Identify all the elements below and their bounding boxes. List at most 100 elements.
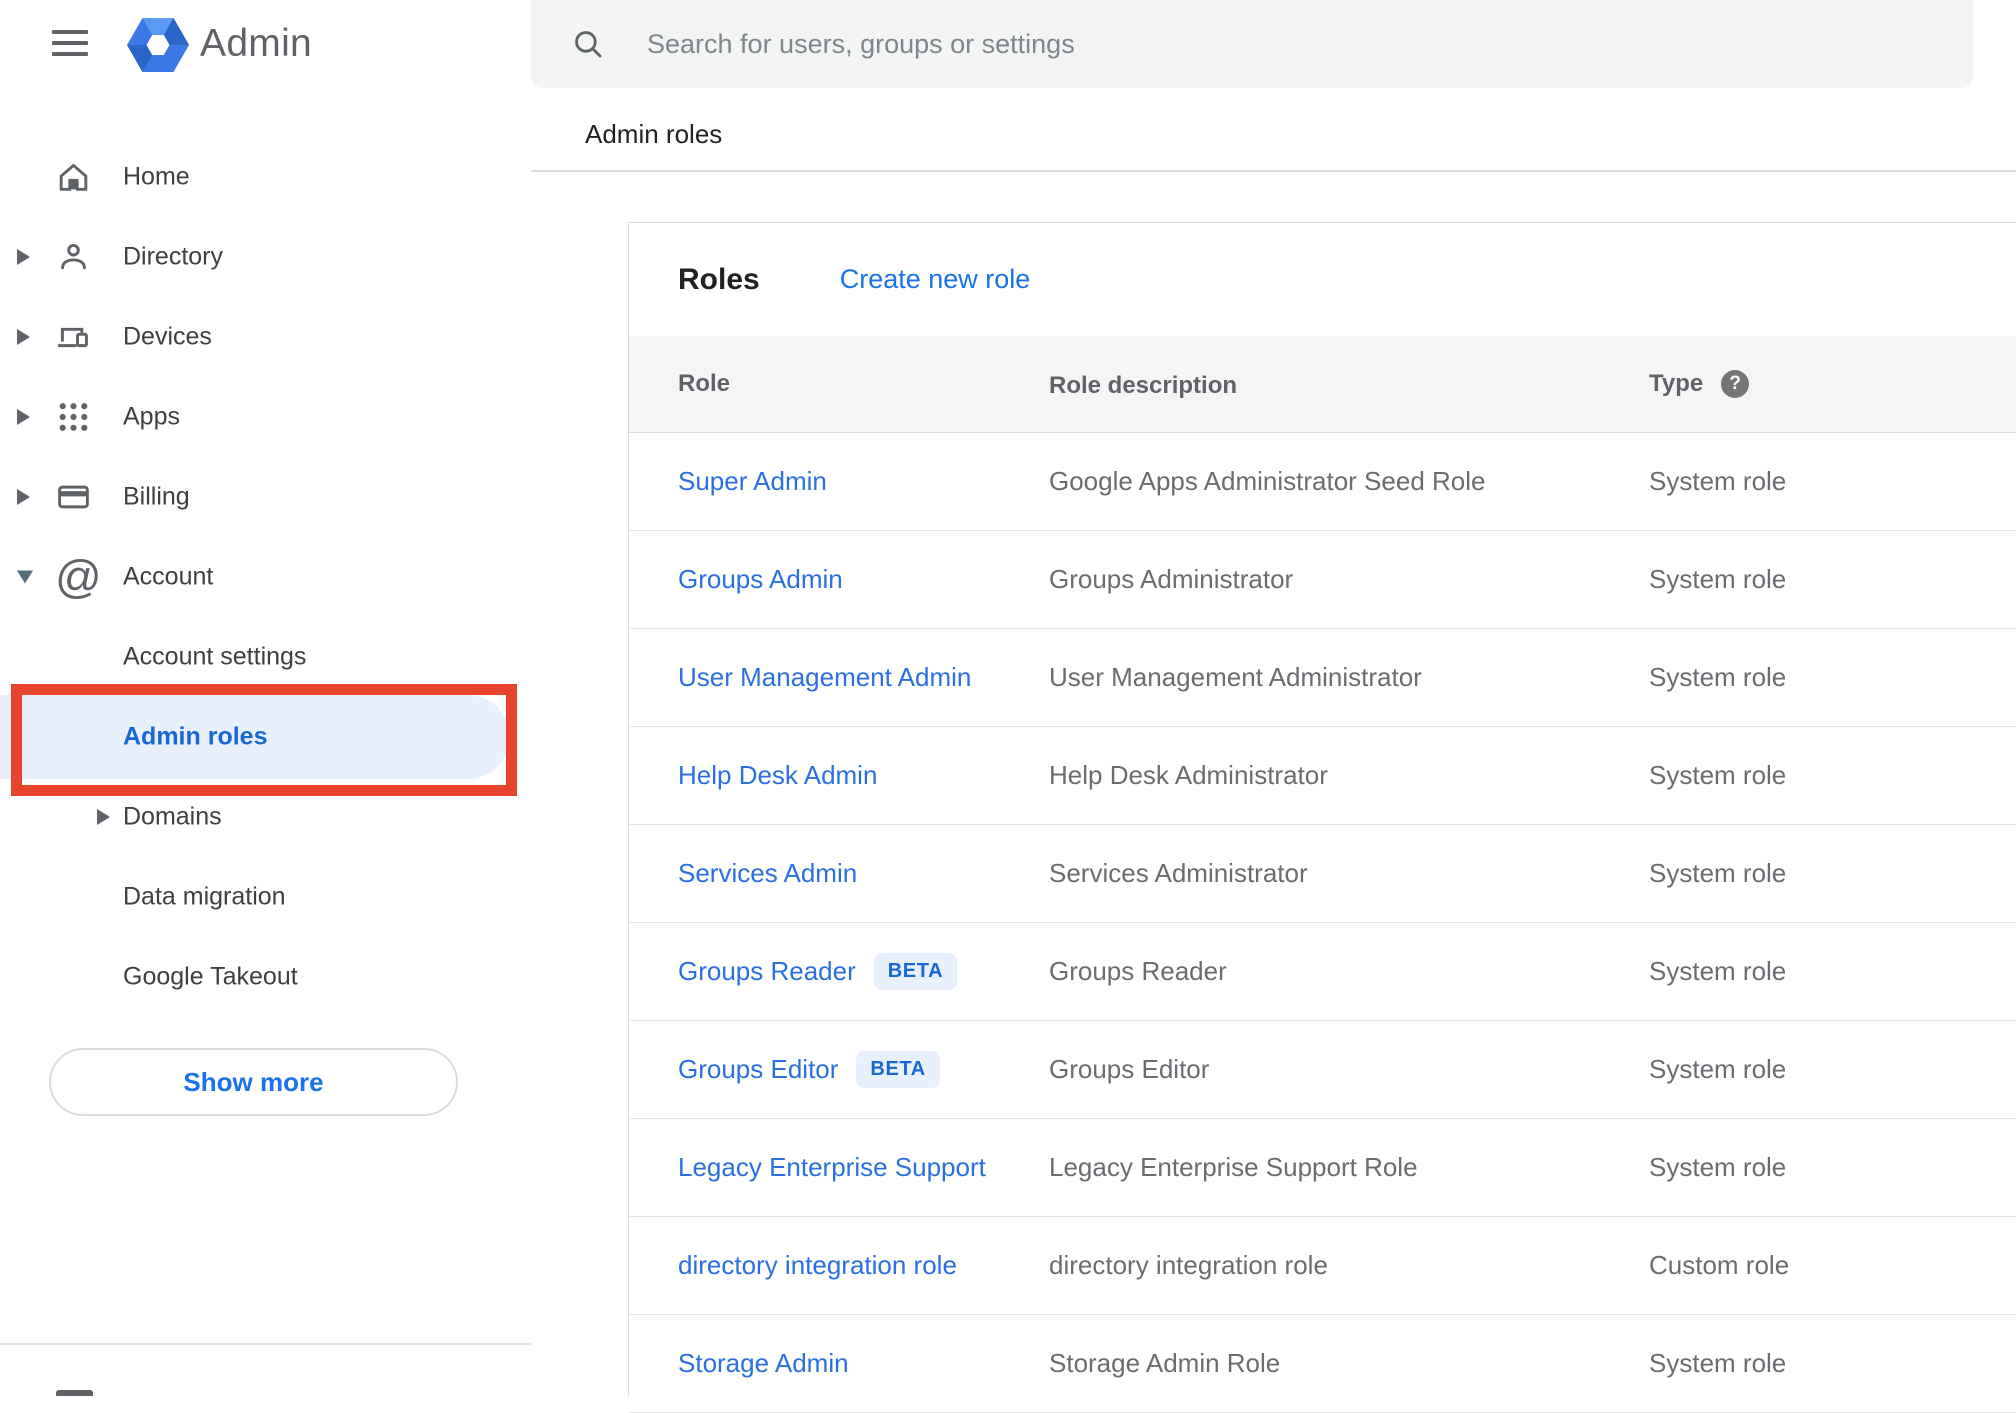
credit-card-icon <box>55 479 92 516</box>
search-input[interactable] <box>645 14 1973 74</box>
role-link[interactable]: Services Admin <box>678 858 857 889</box>
chevron-right-icon[interactable] <box>97 809 110 825</box>
partial-cutoff-icon <box>56 1390 93 1396</box>
breadcrumb: Admin roles <box>585 119 723 149</box>
sidebar-item-label: Google Takeout <box>123 962 298 991</box>
chevron-right-icon[interactable] <box>17 489 30 505</box>
table-row: Groups Admin Groups Administrator System r… <box>629 531 2016 629</box>
roles-card: Roles Create new role Role Role descript… <box>628 222 2016 1413</box>
chevron-right-icon[interactable] <box>17 409 30 425</box>
table-row: Services Admin Services Administrator Syst… <box>629 825 2016 923</box>
sidebar-item-label: Directory <box>123 242 224 271</box>
role-link[interactable]: Legacy Enterprise Support <box>678 1152 986 1183</box>
role-type: System role <box>1649 956 1787 986</box>
sidebar-item-data-migration[interactable]: Data migration <box>0 857 531 937</box>
sidebar-item-account[interactable]: @ Account <box>0 537 531 617</box>
roles-table-body: Super Admin Google Apps Administrator See… <box>629 433 2016 1413</box>
role-description: Help Desk Administrator <box>1049 760 1328 790</box>
role-link[interactable]: Storage Admin <box>678 1348 849 1379</box>
person-icon <box>55 239 92 276</box>
search-icon <box>571 27 605 61</box>
table-row: directory integration role directory inte… <box>629 1217 2016 1315</box>
role-link[interactable]: Super Admin <box>678 466 827 497</box>
sidebar-item-label: Data migration <box>123 882 286 911</box>
role-type: System role <box>1649 564 1787 594</box>
sidebar-item-domains[interactable]: Domains <box>0 777 531 857</box>
help-icon[interactable]: ? <box>1721 370 1750 398</box>
sidebar-divider <box>0 1343 531 1345</box>
role-type: Custom role <box>1649 1250 1790 1280</box>
chevron-right-icon[interactable] <box>17 329 30 345</box>
sidebar-item-devices[interactable]: Devices <box>0 297 531 377</box>
sidebar-item-apps[interactable]: Apps <box>0 377 531 457</box>
table-row: Groups Reader BETA Groups Reader System rol… <box>629 923 2016 1021</box>
beta-badge: BETA <box>873 953 958 990</box>
role-link[interactable]: Groups Reader <box>678 956 856 987</box>
role-type: System role <box>1649 760 1787 790</box>
sidebar-item-label: Home <box>123 162 190 191</box>
beta-badge: BETA <box>856 1051 940 1088</box>
sidebar: Admin Home Directory Devices Apps Billing @ Ac… <box>0 0 531 1396</box>
sidebar-item-admin-roles[interactable]: Admin roles <box>0 697 531 777</box>
sidebar-item-label: Account settings <box>123 642 307 671</box>
table-row: Storage Admin Storage Admin Role System ro… <box>629 1315 2016 1413</box>
role-description: Google Apps Administrator Seed Role <box>1049 466 1486 496</box>
sidebar-item-home[interactable]: Home <box>0 137 531 217</box>
role-type: System role <box>1649 662 1787 692</box>
sidebar-item-label: Account <box>123 562 214 591</box>
show-more-button[interactable]: Show more <box>49 1048 458 1116</box>
chevron-right-icon[interactable] <box>17 249 30 265</box>
hamburger-menu-icon[interactable] <box>52 30 88 56</box>
role-link[interactable]: directory integration role <box>678 1250 957 1281</box>
sidebar-item-directory[interactable]: Directory <box>0 217 531 297</box>
sidebar-item-account-settings[interactable]: Account settings <box>0 617 531 697</box>
table-row: Groups Editor BETA Groups Editor System rol… <box>629 1021 2016 1119</box>
sidebar-nav: Home Directory Devices Apps Billing @ Account A… <box>0 137 531 1017</box>
table-row: Super Admin Google Apps Administrator See… <box>629 433 2016 531</box>
role-link[interactable]: User Management Admin <box>678 662 971 693</box>
sidebar-item-google-takeout[interactable]: Google Takeout <box>0 937 531 1017</box>
column-header-type: Type <box>1649 370 1704 397</box>
role-type: System role <box>1649 1152 1787 1182</box>
apps-icon <box>55 399 92 436</box>
sidebar-item-label: Devices <box>123 322 212 351</box>
column-header-role: Role <box>678 370 731 397</box>
role-type: System role <box>1649 466 1787 496</box>
home-icon <box>55 159 92 196</box>
role-link[interactable]: Groups Admin <box>678 564 843 595</box>
search-bar[interactable] <box>531 0 1973 88</box>
role-description: User Management Administrator <box>1049 662 1422 692</box>
at-sign-icon: @ <box>55 550 102 603</box>
role-description: directory integration role <box>1049 1250 1328 1280</box>
sidebar-item-label: Domains <box>123 802 222 831</box>
role-description: Storage Admin Role <box>1049 1348 1281 1378</box>
sidebar-item-billing[interactable]: Billing <box>0 457 531 537</box>
role-description: Services Administrator <box>1049 858 1308 888</box>
sidebar-item-label: Apps <box>123 402 180 431</box>
role-link[interactable]: Help Desk Admin <box>678 760 877 791</box>
role-description: Groups Administrator <box>1049 564 1294 594</box>
table-row: Help Desk Admin Help Desk Administrator Sy… <box>629 727 2016 825</box>
roles-table-header: Role Role description Type ? <box>629 336 2016 433</box>
chevron-down-icon[interactable] <box>17 570 33 584</box>
admin-logo-icon[interactable] <box>127 18 189 72</box>
roles-title: Roles <box>678 262 760 296</box>
admin-console-page: { "sidebar": { "logo_text": "Admin", "it… <box>0 0 2016 1413</box>
role-type: System role <box>1649 1348 1787 1378</box>
role-description: Groups Reader <box>1049 956 1227 986</box>
create-new-role-link[interactable]: Create new role <box>840 264 1031 295</box>
role-type: System role <box>1649 858 1787 888</box>
content-divider <box>531 170 2016 172</box>
roles-card-header: Roles Create new role <box>629 223 2016 336</box>
sidebar-item-label: Billing <box>123 482 190 511</box>
column-header-description: Role description <box>1049 371 1238 399</box>
table-row: User Management Admin User Management Adm… <box>629 629 2016 727</box>
role-description: Groups Editor <box>1049 1054 1210 1084</box>
sidebar-item-label: Admin roles <box>123 722 268 751</box>
logo-wordmark: Admin <box>200 22 313 65</box>
role-description: Legacy Enterprise Support Role <box>1049 1152 1418 1182</box>
role-type: System role <box>1649 1054 1787 1084</box>
role-link[interactable]: Groups Editor <box>678 1054 838 1085</box>
table-row: Legacy Enterprise Support Legacy Enterpri… <box>629 1119 2016 1217</box>
devices-icon <box>55 319 92 356</box>
